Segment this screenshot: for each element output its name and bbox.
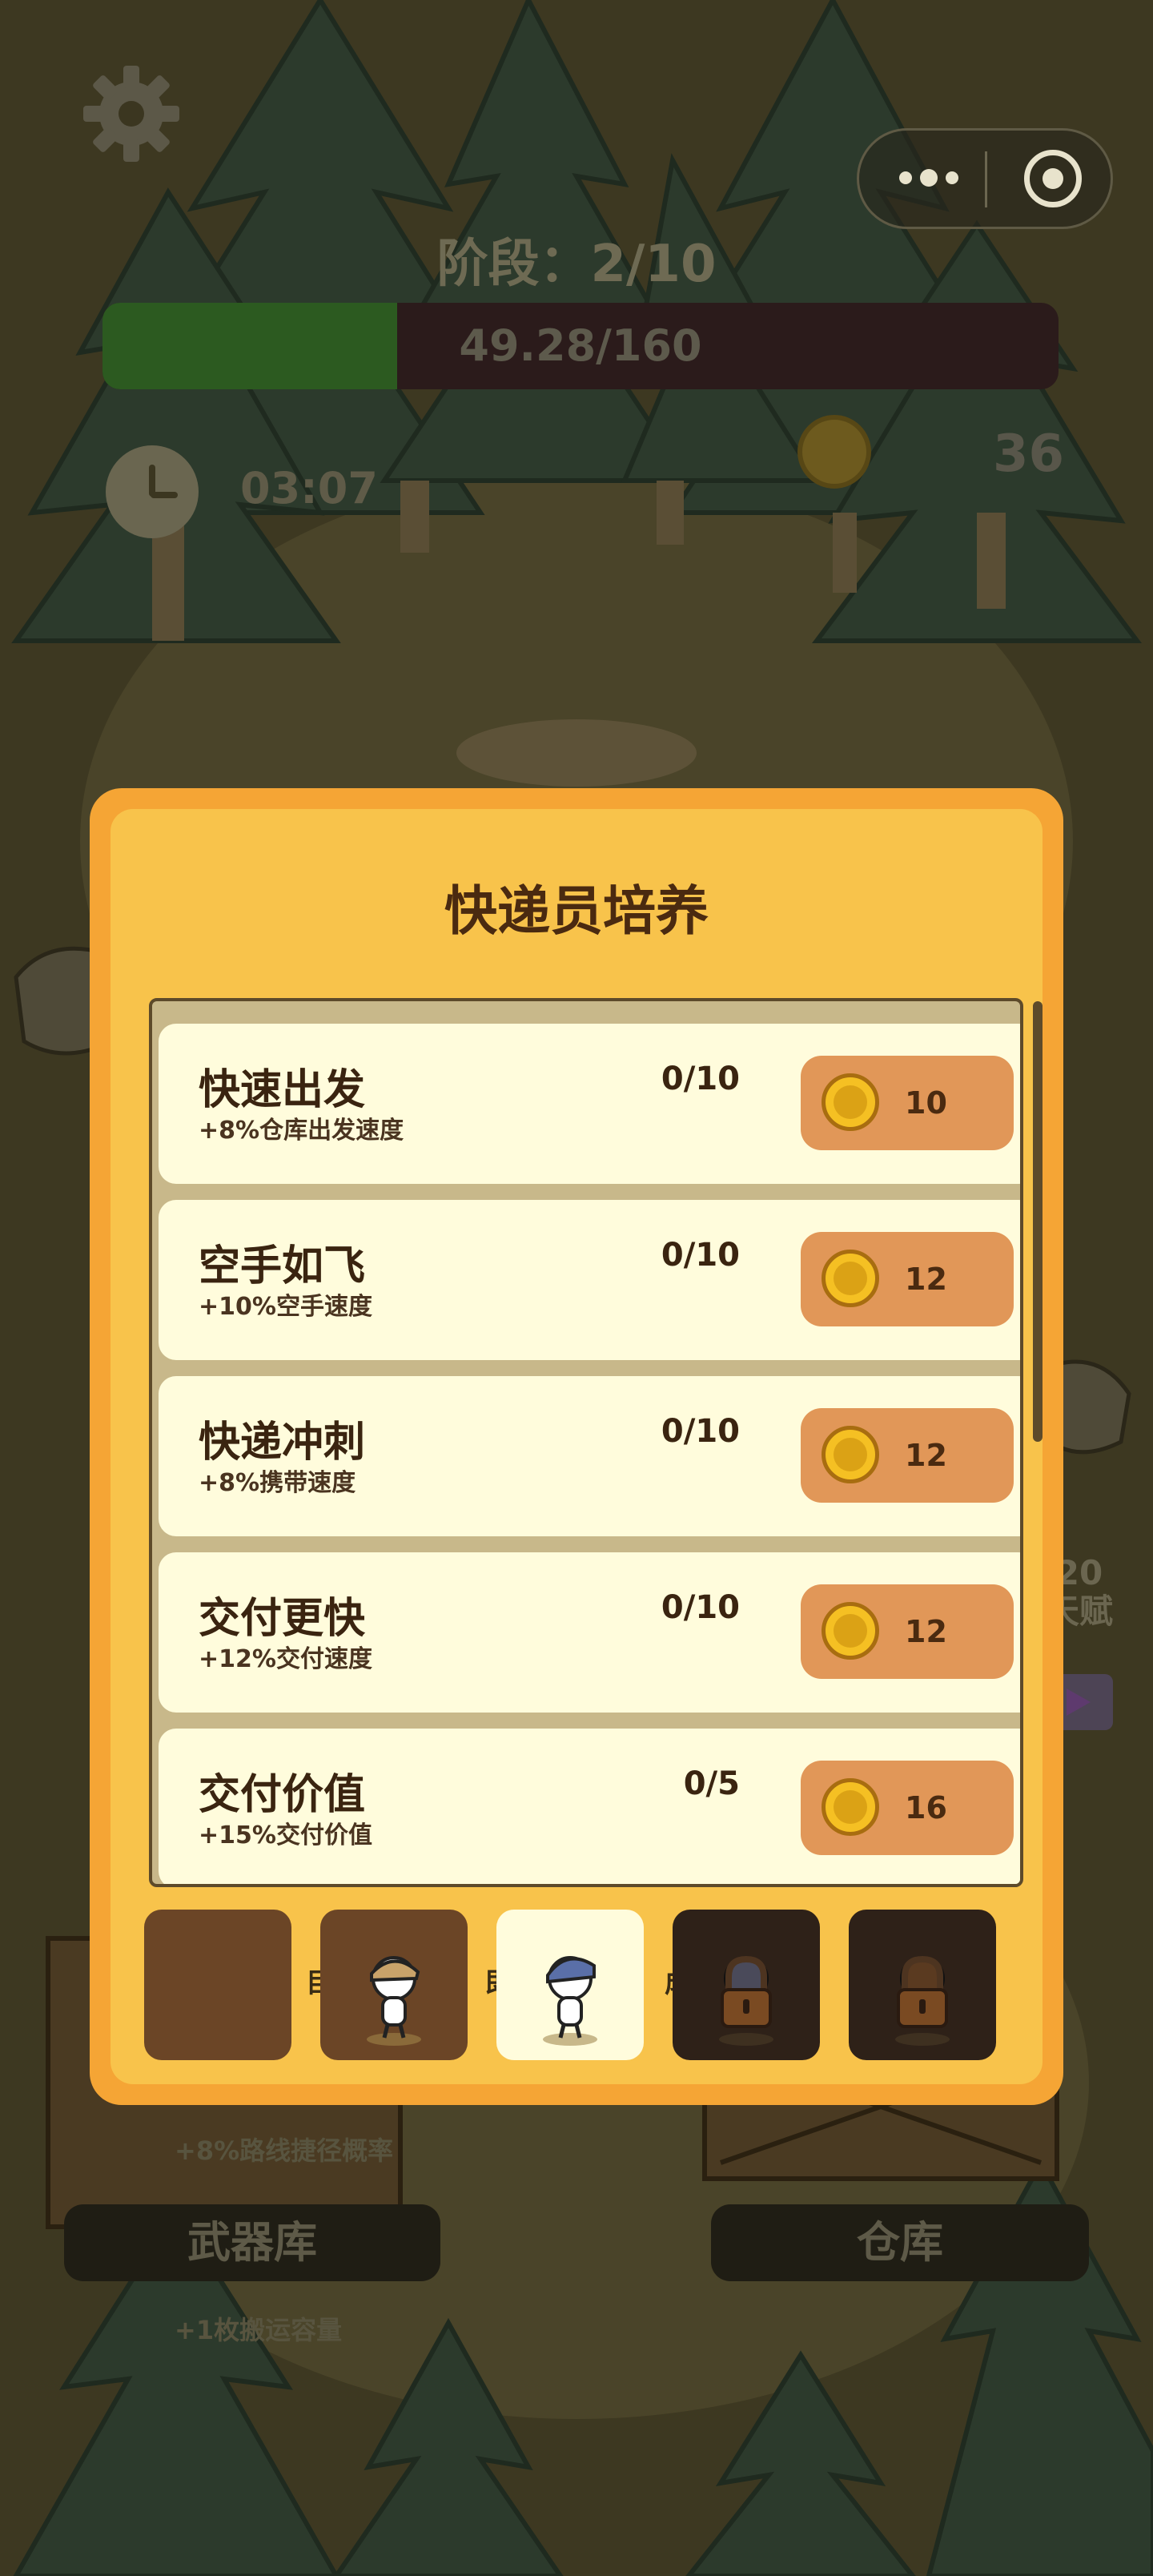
tab-courier-5-locked[interactable] bbox=[849, 1910, 996, 2060]
weapon-button[interactable]: 武器库 bbox=[64, 2204, 440, 2281]
upgrade-name: 快速出发 bbox=[199, 1066, 366, 1114]
target-icon[interactable] bbox=[1024, 150, 1082, 207]
tab-courier-4-locked[interactable] bbox=[673, 1910, 820, 2060]
lock-icon bbox=[719, 1955, 773, 2046]
coin-icon bbox=[822, 1426, 879, 1483]
upgrade-desc: +12%交付速度 bbox=[199, 1645, 372, 1673]
buy-button[interactable]: 10 bbox=[801, 1056, 1014, 1150]
dialog-panel: 快递员培养 快速出发 +8%仓库出发速度 0/10 10 空手如飞 +10%空手… bbox=[110, 809, 1043, 2084]
progress-text: 49.28/160 bbox=[459, 320, 702, 371]
upgrade-name: 快递冲刺 bbox=[199, 1419, 366, 1467]
route-note: +8%路线捷径概率 bbox=[175, 2135, 394, 2166]
upgrade-progress: 0/5 bbox=[683, 1765, 740, 1802]
buy-button[interactable]: 16 bbox=[801, 1761, 1014, 1855]
stage-indicator: 阶段：2/10 bbox=[436, 235, 717, 294]
price-label: 16 bbox=[905, 1790, 947, 1825]
gear-icon[interactable] bbox=[80, 62, 183, 165]
coin-icon bbox=[822, 1250, 879, 1307]
tab-courier-1[interactable] bbox=[144, 1910, 291, 2060]
courier-training-dialog: 快递员培养 快速出发 +8%仓库出发速度 0/10 10 空手如飞 +10%空手… bbox=[90, 788, 1063, 2105]
price-label: 10 bbox=[905, 1085, 947, 1121]
clock-icon bbox=[106, 445, 199, 538]
coin-count: 36 bbox=[993, 425, 1065, 484]
upgrade-row: 交付价值 +15%交付价值 0/5 16 bbox=[159, 1729, 1020, 1884]
upgrade-name: 交付价值 bbox=[199, 1771, 366, 1819]
upgrade-desc: +8%仓库出发速度 bbox=[199, 1117, 404, 1145]
tab-courier-3-selected[interactable] bbox=[496, 1910, 644, 2060]
capacity-note: +1枚搬运容量 bbox=[175, 2315, 343, 2345]
upgrade-row: 快速出发 +8%仓库出发速度 0/10 10 bbox=[159, 1024, 1020, 1184]
price-label: 12 bbox=[905, 1614, 947, 1649]
upgrade-name: 交付更快 bbox=[199, 1595, 366, 1643]
buy-button[interactable]: 12 bbox=[801, 1408, 1014, 1503]
upgrade-row: 空手如飞 +10%空手速度 0/10 12 bbox=[159, 1200, 1020, 1360]
upgrade-row: 快递冲刺 +8%携带速度 0/10 12 bbox=[159, 1376, 1020, 1536]
tab-courier-2[interactable] bbox=[320, 1910, 468, 2060]
upgrade-progress: 0/10 bbox=[661, 1413, 740, 1450]
coin-icon bbox=[822, 1602, 879, 1660]
more-dots-icon[interactable] bbox=[899, 169, 958, 187]
upgrade-desc: +10%空手速度 bbox=[199, 1293, 372, 1321]
upgrade-progress: 0/10 bbox=[661, 1237, 740, 1274]
capsule-divider bbox=[985, 151, 987, 207]
buy-button[interactable]: 12 bbox=[801, 1584, 1014, 1679]
upgrade-desc: +8%携带速度 bbox=[199, 1469, 356, 1497]
price-label: 12 bbox=[905, 1438, 947, 1473]
lock-icon bbox=[895, 1955, 950, 2046]
warehouse-label: 仓库 bbox=[857, 2217, 943, 2268]
upgrade-row: 交付更快 +12%交付速度 0/10 12 bbox=[159, 1552, 1020, 1713]
price-label: 12 bbox=[905, 1262, 947, 1297]
timer-text: 03:07 bbox=[240, 463, 378, 513]
upgrade-desc: +15%交付价值 bbox=[199, 1821, 372, 1849]
courier-tabs bbox=[144, 1910, 1025, 2060]
upgrade-name: 空手如飞 bbox=[199, 1242, 366, 1290]
coin-icon bbox=[822, 1073, 879, 1131]
weapon-label: 武器库 bbox=[187, 2217, 317, 2268]
courier-blue-icon bbox=[543, 1956, 597, 2046]
stage-progress-bar: 49.28/160 bbox=[102, 303, 1059, 389]
dialog-title: 快递员培养 bbox=[444, 880, 709, 942]
coin-icon bbox=[797, 415, 871, 489]
upgrade-list[interactable]: 快速出发 +8%仓库出发速度 0/10 10 空手如飞 +10%空手速度 0/1… bbox=[149, 998, 1023, 1887]
warehouse-button[interactable]: 仓库 bbox=[711, 2204, 1089, 2281]
coin-icon bbox=[822, 1778, 879, 1836]
mini-program-capsule bbox=[857, 128, 1113, 229]
upgrade-progress: 0/10 bbox=[661, 1061, 740, 1097]
courier-tan-icon bbox=[367, 1956, 421, 2046]
list-scrollbar[interactable] bbox=[1033, 1001, 1043, 1442]
buy-button[interactable]: 12 bbox=[801, 1232, 1014, 1326]
upgrade-progress: 0/10 bbox=[661, 1589, 740, 1626]
